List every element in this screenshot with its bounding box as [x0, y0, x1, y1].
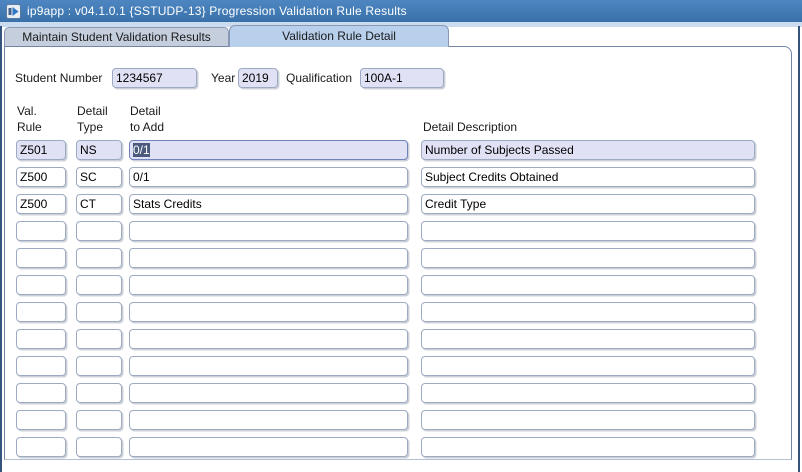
detail-to-add-field[interactable]	[129, 329, 408, 349]
detail-description-field[interactable]	[421, 248, 755, 268]
detail-description-field[interactable]: Credit Type	[421, 194, 755, 214]
detail-description-field[interactable]	[421, 221, 755, 241]
val-rule-field[interactable]	[16, 302, 66, 322]
detail-to-add-field[interactable]: Stats Credits	[129, 194, 408, 214]
field-text: 0/1	[133, 170, 150, 184]
field-text: CT	[80, 197, 96, 211]
val-rule-field[interactable]	[16, 248, 66, 268]
detail-description-field[interactable]	[421, 410, 755, 430]
val-rule-field[interactable]: Z501	[16, 140, 66, 160]
table-row	[0, 275, 802, 295]
detail-type-field[interactable]	[76, 275, 122, 295]
detail-type-field[interactable]: NS	[76, 140, 122, 160]
val-rule-field[interactable]	[16, 437, 66, 457]
grid-rows: Z501 NS 0/1 Number of Subjects Passed Z5…	[0, 0, 802, 472]
field-text: NS	[80, 143, 97, 157]
detail-type-field[interactable]	[76, 356, 122, 376]
detail-to-add-field[interactable]	[129, 275, 408, 295]
table-row	[0, 248, 802, 268]
detail-to-add-field[interactable]: 0/1	[129, 167, 408, 187]
detail-type-field[interactable]	[76, 221, 122, 241]
val-rule-field[interactable]	[16, 356, 66, 376]
detail-to-add-field[interactable]	[129, 302, 408, 322]
detail-description-field[interactable]: Subject Credits Obtained	[421, 167, 755, 187]
table-row: Z500 CT Stats Credits Credit Type	[0, 194, 802, 214]
detail-type-field[interactable]: CT	[76, 194, 122, 214]
detail-description-field[interactable]: Number of Subjects Passed	[421, 140, 755, 160]
table-row	[0, 410, 802, 430]
detail-type-field[interactable]: SC	[76, 167, 122, 187]
val-rule-field[interactable]	[16, 329, 66, 349]
field-text: Z500	[20, 197, 48, 211]
val-rule-field[interactable]: Z500	[16, 194, 66, 214]
detail-to-add-field[interactable]	[129, 410, 408, 430]
field-text: Subject Credits Obtained	[425, 170, 559, 184]
val-rule-field[interactable]	[16, 410, 66, 430]
detail-to-add-field[interactable]: 0/1	[129, 140, 408, 160]
table-row	[0, 356, 802, 376]
table-row	[0, 383, 802, 403]
table-row	[0, 302, 802, 322]
detail-type-field[interactable]	[76, 329, 122, 349]
table-row	[0, 437, 802, 457]
table-row	[0, 221, 802, 241]
detail-to-add-field[interactable]	[129, 437, 408, 457]
val-rule-field[interactable]: Z500	[16, 167, 66, 187]
table-row: Z501 NS 0/1 Number of Subjects Passed	[0, 140, 802, 160]
field-text: Stats Credits	[133, 197, 202, 211]
application-window: ip9app : v04.1.0.1 {SSTUDP-13} Progressi…	[0, 0, 802, 472]
detail-type-field[interactable]	[76, 302, 122, 322]
detail-type-field[interactable]	[76, 383, 122, 403]
field-text: Number of Subjects Passed	[425, 143, 574, 157]
detail-description-field[interactable]	[421, 383, 755, 403]
field-text: SC	[80, 170, 97, 184]
detail-to-add-field[interactable]	[129, 221, 408, 241]
val-rule-field[interactable]	[16, 221, 66, 241]
detail-description-field[interactable]	[421, 356, 755, 376]
detail-type-field[interactable]	[76, 248, 122, 268]
table-row	[0, 329, 802, 349]
detail-description-field[interactable]	[421, 302, 755, 322]
field-text: Credit Type	[425, 197, 487, 211]
detail-to-add-field[interactable]	[129, 356, 408, 376]
field-text: 0/1	[133, 143, 150, 157]
field-text: Z500	[20, 170, 48, 184]
detail-description-field[interactable]	[421, 329, 755, 349]
detail-description-field[interactable]	[421, 275, 755, 295]
detail-description-field[interactable]	[421, 437, 755, 457]
val-rule-field[interactable]	[16, 275, 66, 295]
val-rule-field[interactable]	[16, 383, 66, 403]
table-row: Z500 SC 0/1 Subject Credits Obtained	[0, 167, 802, 187]
detail-type-field[interactable]	[76, 437, 122, 457]
detail-to-add-field[interactable]	[129, 248, 408, 268]
detail-to-add-field[interactable]	[129, 383, 408, 403]
detail-type-field[interactable]	[76, 410, 122, 430]
field-text: Z501	[20, 143, 48, 157]
